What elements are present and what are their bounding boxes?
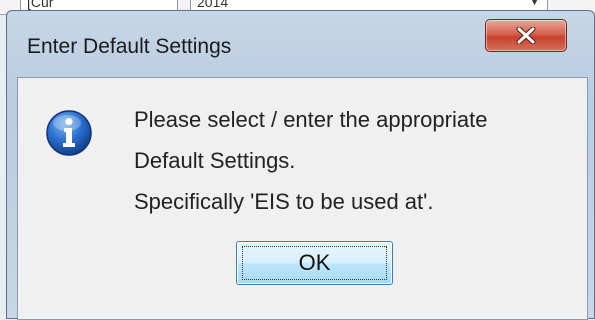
focus-rectangle (242, 246, 387, 280)
dialog-title: Enter Default Settings (27, 35, 232, 58)
close-button[interactable] (485, 19, 567, 52)
dialog-content: Please select / enter the appropriate De… (17, 77, 588, 320)
message-line-2: Default Settings. (134, 148, 296, 173)
message-line-3: Specifically 'EIS to be used at'. (134, 189, 434, 214)
close-icon (516, 27, 536, 44)
info-icon (46, 110, 92, 156)
background-field-right-text: 2014 (197, 0, 229, 10)
title-bar: Enter Default Settings (7, 11, 594, 75)
message-line-1: Please select / enter the appropriate (134, 107, 488, 132)
background-field-left-text: [Cur (27, 0, 54, 10)
ok-button[interactable]: OK (236, 241, 393, 285)
message-dialog: Enter Default Settings Please select / e… (6, 10, 595, 320)
